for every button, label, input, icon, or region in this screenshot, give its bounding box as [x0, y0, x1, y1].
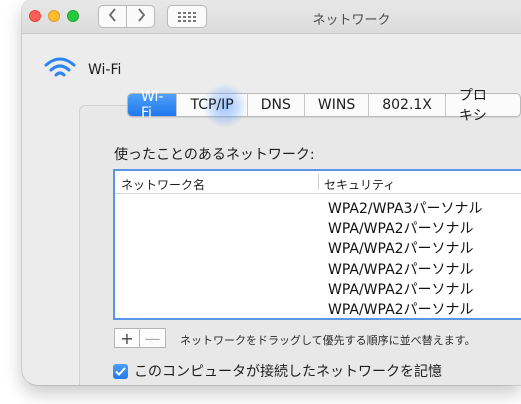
network-security: WPA/WPA2パーソナル: [328, 241, 474, 258]
remember-networks-label: このコンピュータが接続したネットワークを記憶: [134, 364, 442, 380]
remove-network-button[interactable]: —: [140, 328, 166, 348]
wifi-icon: [44, 56, 76, 84]
tab-8021x[interactable]: 802.1X: [369, 94, 446, 116]
table-row[interactable]: WPA/WPA2パーソナル: [115, 277, 521, 298]
network-security: WPA2/WPA3パーソナル: [328, 201, 483, 217]
table-row[interactable]: WPA/WPA2パーソナル: [115, 257, 521, 278]
network-security: WPA/WPA2パーソナル: [328, 221, 474, 238]
tab-tcpip[interactable]: TCP/IP: [177, 84, 248, 128]
table-row[interactable]: WPA/WPA2パーソナル: [115, 297, 521, 318]
known-networks-label: 使ったことのあるネットワーク:: [114, 147, 315, 163]
reorder-hint: ネットワークをドラッグして優先する順序に並べ替えます。: [180, 334, 476, 347]
interface-label: Wi-Fi: [88, 62, 122, 78]
network-security: WPA/WPA2パーソナル: [328, 281, 474, 298]
known-networks-table[interactable]: ネットワーク名 セキュリティ WPA2/WPA3パーソナル WPA/WPA2パー…: [113, 169, 521, 320]
network-security: WPA/WPA2パーソナル: [328, 261, 474, 278]
network-preferences-window: ネットワーク Wi-Fi Wi-Fi TCP/IP DNS WINS 802.1…: [22, 0, 521, 385]
checkmark-icon[interactable]: [113, 363, 128, 379]
table-row[interactable]: WPA/WPA2パーソナル: [115, 216, 521, 238]
list-edit-buttons: + —: [114, 328, 166, 348]
table-row[interactable]: WPA2/WPA3パーソナル: [115, 196, 521, 217]
network-security: WPA/WPA2パーソナル: [328, 301, 474, 318]
interface-header: Wi-Fi: [44, 56, 121, 84]
tab-proxy[interactable]: プロキシ: [446, 88, 520, 124]
column-divider: [318, 174, 319, 190]
tab-wifi[interactable]: Wi-Fi: [128, 89, 178, 121]
add-network-button[interactable]: +: [114, 328, 140, 348]
title-bar: ネットワーク: [22, 0, 521, 34]
window-title: ネットワーク: [312, 13, 391, 28]
remember-networks-checkbox[interactable]: このコンピュータが接続したネットワークを記憶: [113, 361, 442, 381]
tab-wins[interactable]: WINS: [305, 94, 370, 116]
column-header-name[interactable]: ネットワーク名: [121, 176, 205, 193]
table-row[interactable]: WPA/WPA2パーソナル: [115, 236, 521, 258]
column-header-security[interactable]: セキュリティ: [324, 176, 395, 193]
tab-bar: Wi-Fi TCP/IP DNS WINS 802.1X プロキシ: [127, 84, 521, 128]
table-header: ネットワーク名 セキュリティ: [115, 171, 521, 194]
tab-dns[interactable]: DNS: [248, 94, 305, 116]
